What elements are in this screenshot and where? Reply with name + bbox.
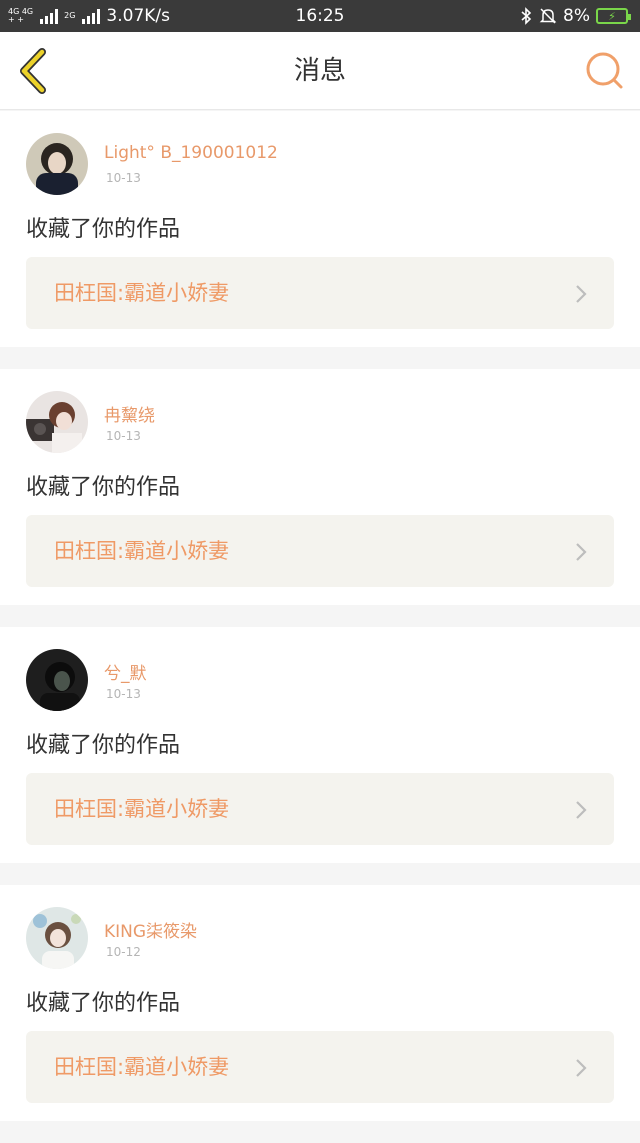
action-text: 收藏了你的作品 — [26, 217, 181, 242]
chevron-right-icon — [576, 285, 587, 303]
avatar[interactable] — [26, 391, 88, 453]
status-bar: 4G 4G + + 2G 3.07K/s 16:25 8% ⚡ — [0, 0, 640, 32]
action-text: 收藏了你的作品 — [26, 733, 181, 758]
message-card: KING柒筱染 10-12 收藏了你的作品 田枉国:霸道小娇妻 — [0, 885, 640, 1121]
message-date: 10-13 — [106, 429, 141, 443]
username[interactable]: 兮_默 — [104, 659, 147, 684]
username[interactable]: Light° B_190001012 — [104, 143, 278, 163]
message-date: 10-13 — [106, 171, 141, 185]
work-link[interactable]: 田枉国:霸道小娇妻 — [26, 257, 614, 329]
header: 消息 — [0, 32, 640, 110]
work-title: 田枉国:霸道小娇妻 — [54, 1055, 230, 1079]
username[interactable]: KING柒筱染 — [104, 917, 197, 942]
work-link[interactable]: 田枉国:霸道小娇妻 — [26, 1031, 614, 1103]
action-text: 收藏了你的作品 — [26, 991, 181, 1016]
message-list: Light° B_190001012 10-13 收藏了你的作品 田枉国:霸道小… — [0, 111, 640, 1143]
avatar[interactable] — [26, 649, 88, 711]
message-card: 冉黧绕 10-13 收藏了你的作品 田枉国:霸道小娇妻 — [0, 369, 640, 605]
message-date: 10-13 — [106, 687, 141, 701]
clock: 16:25 — [295, 6, 345, 26]
avatar[interactable] — [26, 133, 88, 195]
message-date: 10-12 — [106, 945, 141, 959]
back-button[interactable] — [14, 48, 54, 94]
page-title: 消息 — [293, 56, 346, 86]
battery-charging-icon: ⚡ — [596, 8, 631, 24]
work-title: 田枉国:霸道小娇妻 — [54, 797, 230, 821]
chevron-right-icon — [576, 801, 587, 819]
message-card: Light° B_190001012 10-13 收藏了你的作品 田枉国:霸道小… — [0, 111, 640, 347]
search-icon[interactable] — [584, 50, 626, 92]
work-link[interactable]: 田枉国:霸道小娇妻 — [26, 515, 614, 587]
action-text: 收藏了你的作品 — [26, 475, 181, 500]
avatar[interactable] — [26, 907, 88, 969]
username[interactable]: 冉黧绕 — [104, 401, 155, 426]
chevron-right-icon — [576, 1059, 587, 1077]
message-card: 兮_默 10-13 收藏了你的作品 田枉国:霸道小娇妻 — [0, 627, 640, 863]
work-title: 田枉国:霸道小娇妻 — [54, 281, 230, 305]
work-title: 田枉国:霸道小娇妻 — [54, 539, 230, 563]
work-link[interactable]: 田枉国:霸道小娇妻 — [26, 773, 614, 845]
chevron-right-icon — [576, 543, 587, 561]
